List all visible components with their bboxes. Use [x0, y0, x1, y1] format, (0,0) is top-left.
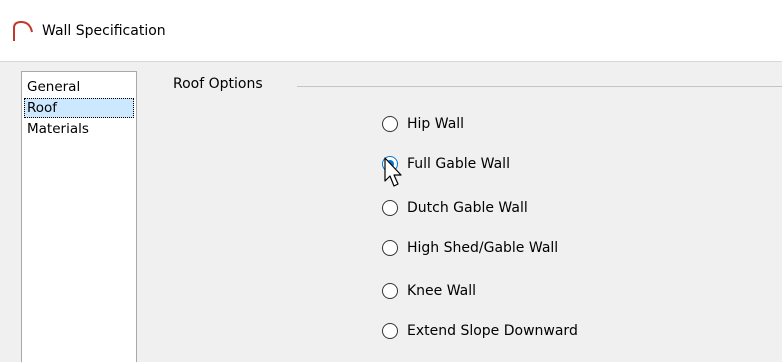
- mouse-pointer-icon: [384, 157, 402, 187]
- radio-circle[interactable]: [382, 323, 398, 339]
- category-list[interactable]: General Roof Materials: [21, 71, 137, 362]
- nav-item-roof[interactable]: Roof: [24, 98, 134, 118]
- nav-item-materials[interactable]: Materials: [24, 119, 134, 139]
- radio-label[interactable]: Extend Slope Downward: [407, 321, 578, 341]
- radio-label[interactable]: Dutch Gable Wall: [407, 198, 528, 218]
- title-bar: Wall Specification: [0, 0, 782, 62]
- nav-item-general[interactable]: General: [24, 77, 134, 97]
- radio-label[interactable]: High Shed/Gable Wall: [407, 238, 558, 258]
- radio-circle[interactable]: [382, 240, 398, 256]
- group-divider: [297, 86, 782, 87]
- radio-circle[interactable]: [382, 283, 398, 299]
- radio-label[interactable]: Knee Wall: [407, 281, 476, 301]
- radio-label[interactable]: Hip Wall: [407, 114, 464, 134]
- radio-label[interactable]: Full Gable Wall: [407, 154, 510, 174]
- roof-options-group-label: Roof Options: [173, 76, 263, 92]
- radio-circle[interactable]: [382, 200, 398, 216]
- radio-circle[interactable]: [382, 116, 398, 132]
- roof-arch-icon: [13, 20, 33, 41]
- window-title: Wall Specification: [42, 23, 166, 39]
